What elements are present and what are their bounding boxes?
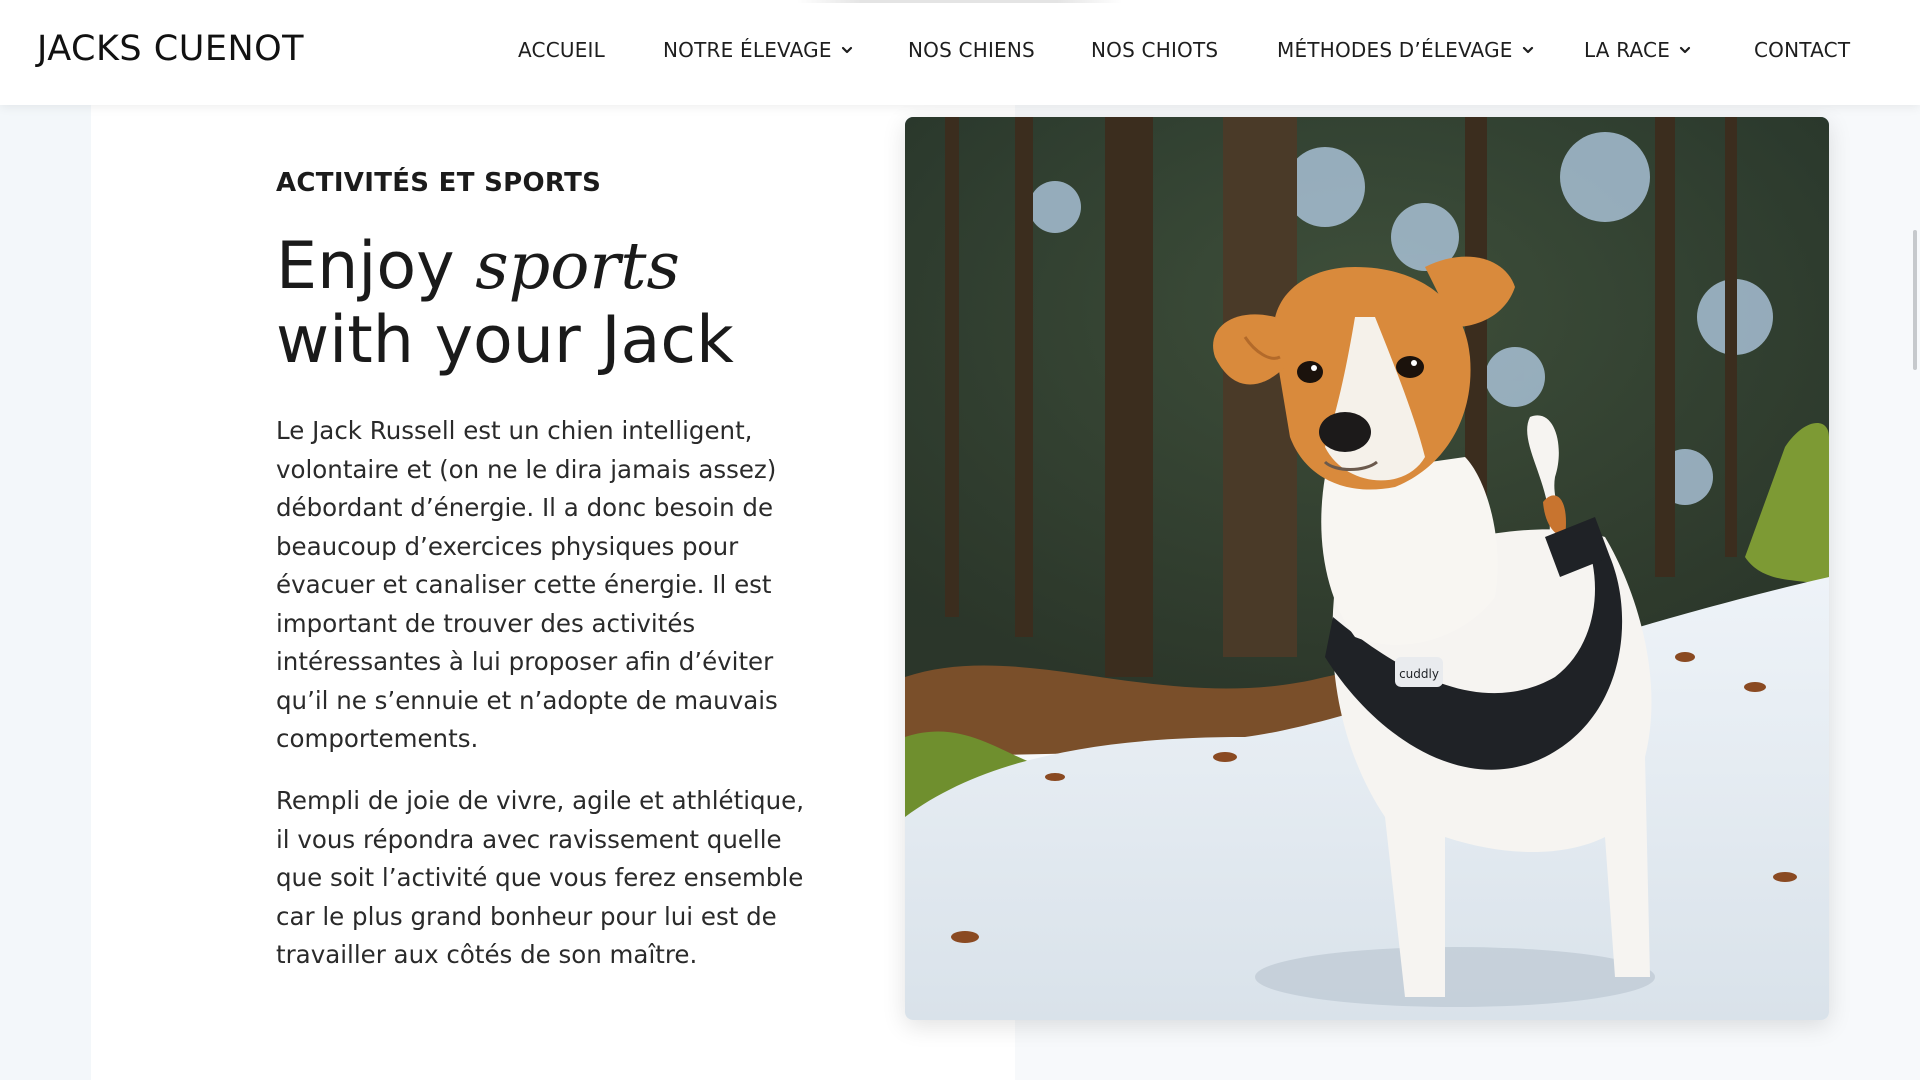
chevron-down-icon: [1521, 43, 1535, 57]
nav-item-accueil[interactable]: ACCUEIL: [518, 38, 605, 62]
site-logo[interactable]: JACKS CUENOT: [37, 29, 304, 69]
chevron-down-icon: [1678, 43, 1692, 57]
page-scrollbar[interactable]: [1910, 105, 1920, 1080]
nav-label: CONTACT: [1754, 38, 1851, 62]
heading-part-1: Enjoy: [276, 229, 476, 304]
site-header: JACKS CUENOT ACCUEIL NOTRE ÉLEVAGE NOS C…: [0, 0, 1920, 105]
nav-item-contact[interactable]: CONTACT: [1754, 38, 1850, 62]
nav-item-la-race[interactable]: LA RACE: [1584, 38, 1692, 62]
nav-item-nos-chiots[interactable]: NOS CHIOTS: [1091, 38, 1218, 62]
paragraph-joy: Rempli de joie de vivre, agile et athlét…: [276, 786, 804, 969]
dog-shadow: [1255, 947, 1655, 1007]
paragraph-intro: Le Jack Russell est un chien intelligent…: [276, 416, 778, 753]
nav-label: NOS CHIENS: [908, 38, 1035, 62]
nav-label: ACCUEIL: [518, 38, 605, 62]
header-accent-line: [797, 0, 1122, 3]
nav-label: NOTRE ÉLEVAGE: [663, 38, 832, 62]
chevron-down-icon: [840, 43, 854, 57]
section-eyebrow: ACTIVITÉS ET SPORTS: [276, 168, 602, 198]
nav-item-notre-elevage[interactable]: NOTRE ÉLEVAGE: [663, 38, 854, 62]
nav-item-methodes-elevage[interactable]: MÉTHODES D’ÉLEVAGE: [1277, 38, 1535, 62]
heading-part-2: with your Jack: [276, 303, 734, 378]
nav-label: NOS CHIOTS: [1091, 38, 1219, 62]
nav-label: LA RACE: [1584, 38, 1671, 62]
scrollbar-thumb[interactable]: [1913, 230, 1917, 370]
nav-item-nos-chiens[interactable]: NOS CHIENS: [908, 38, 1035, 62]
nav-label: MÉTHODES D’ÉLEVAGE: [1277, 38, 1513, 62]
section-heading: Enjoy sports with your Jack: [276, 230, 836, 378]
harness-label: cuddly: [1399, 667, 1439, 681]
dog-photo: cuddly: [905, 117, 1829, 1020]
heading-emphasis: sports: [475, 229, 680, 304]
